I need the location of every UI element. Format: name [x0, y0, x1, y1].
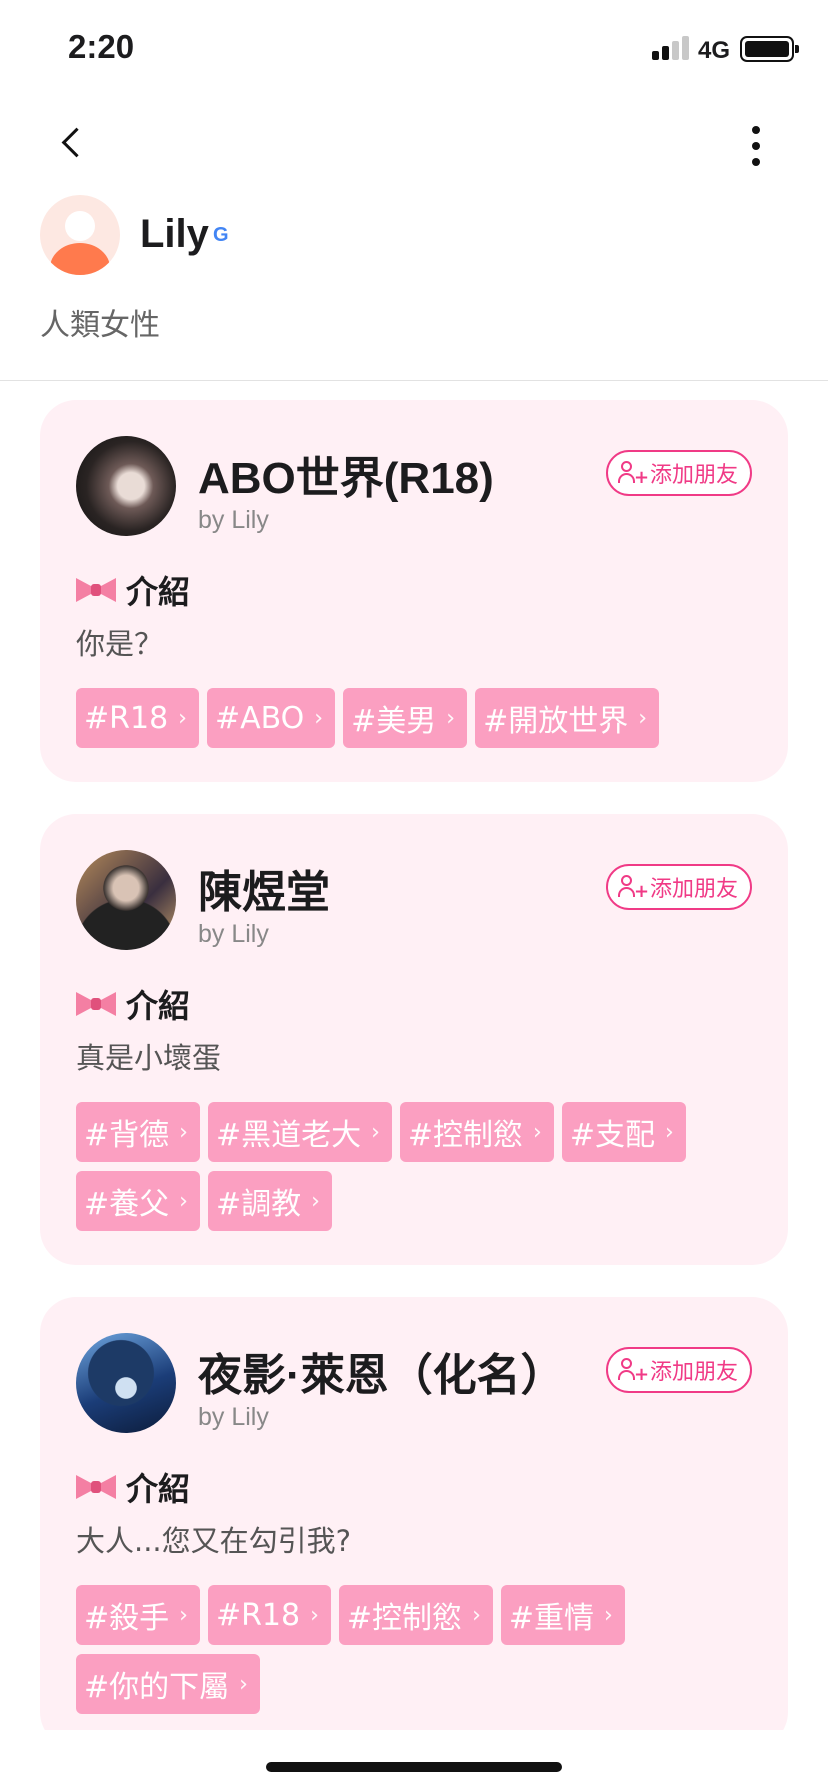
chevron-right-icon: › [310, 1602, 319, 1628]
network-label: 4G [698, 37, 731, 64]
add-friend-icon: + [617, 874, 649, 901]
tag-label: #養父 [84, 1187, 170, 1222]
character-name: 陳煜堂 [198, 868, 330, 917]
tag-chip[interactable]: #黑道老大 › [207, 1102, 392, 1162]
tag-label: #支配 [569, 1118, 655, 1153]
tag-chip[interactable]: #調教 › [207, 1171, 332, 1231]
tag-chip[interactable]: #開放世界 › [475, 688, 660, 748]
add-friend-icon: + [617, 1357, 649, 1384]
chevron-right-icon: › [179, 1119, 188, 1145]
tag-list: #背德 › #黑道老大 › #控制慾 › #支配 › #養父 › #調教 › [76, 1102, 752, 1231]
intro-label: 介紹 [126, 573, 191, 611]
tag-label: #背德 [84, 1118, 170, 1153]
bow-icon [76, 988, 116, 1020]
chevron-right-icon: › [604, 1602, 613, 1628]
add-friend-label: 添加朋友 [649, 877, 738, 902]
tag-chip[interactable]: #背德 › [76, 1102, 200, 1162]
tag-chip[interactable]: #ABO › [206, 688, 336, 748]
intro-text: 真是小壞蛋 [76, 1041, 222, 1075]
tag-chip[interactable]: #殺手 › [76, 1585, 200, 1645]
tag-chip[interactable]: #控制慾 › [338, 1585, 493, 1645]
tag-chip[interactable]: #美男 › [343, 688, 468, 748]
back-arrow-icon[interactable] [52, 122, 96, 166]
tag-label: #你的下屬 [84, 1670, 230, 1705]
chevron-right-icon: › [371, 1119, 380, 1145]
character-card[interactable]: 夜影·萊恩（化名） by Lily + 添加朋友 介紹 大人...您又在勾引我?… [40, 1297, 788, 1730]
tag-label: #重情 [508, 1601, 595, 1636]
chevron-right-icon: › [533, 1119, 542, 1145]
intro-label: 介紹 [126, 987, 191, 1025]
profile-name: Lily [140, 212, 209, 256]
home-indicator[interactable] [266, 1762, 562, 1772]
tag-label: #R18 [84, 700, 169, 736]
tag-chip[interactable]: #R18 › [207, 1585, 331, 1645]
tag-chip[interactable]: #養父 › [76, 1171, 200, 1231]
tag-label: #開放世界 [483, 704, 629, 739]
character-card[interactable]: 陳煜堂 by Lily + 添加朋友 介紹 真是小壞蛋 #背德 › #黑道老大 › … [40, 814, 788, 1265]
chevron-right-icon: › [314, 705, 324, 731]
chevron-right-icon: › [311, 1188, 320, 1214]
character-author: by Lily [198, 920, 269, 948]
divider [0, 380, 828, 381]
chevron-right-icon: › [179, 1188, 188, 1214]
tag-label: #控制慾 [346, 1601, 463, 1636]
intro-heading: 介紹 [76, 984, 752, 1025]
intro-text: 你是？ [76, 627, 164, 661]
chevron-right-icon: › [665, 1119, 674, 1145]
tag-chip[interactable]: #控制慾 › [399, 1102, 554, 1162]
bow-icon [76, 574, 116, 606]
character-list: ABO世界(R18) by Lily + 添加朋友 介紹 你是？ #R18 › #… [40, 400, 788, 1730]
intro-heading: 介紹 [76, 570, 752, 611]
status-bar: 2:20 4G [0, 0, 828, 100]
character-card[interactable]: ABO世界(R18) by Lily + 添加朋友 介紹 你是？ #R18 › #… [40, 400, 788, 782]
tag-chip[interactable]: #重情 › [500, 1585, 625, 1645]
character-avatar [76, 850, 176, 950]
signal-icon [652, 36, 690, 60]
character-author: by Lily [198, 1403, 269, 1431]
character-name: ABO世界(R18) [198, 454, 494, 503]
tag-label: #控制慾 [407, 1118, 524, 1153]
tag-label: #R18 [215, 1597, 301, 1633]
add-friend-label: 添加朋友 [649, 1360, 738, 1385]
profile-avatar[interactable] [40, 195, 120, 275]
profile-description: 人類女性 [40, 308, 160, 343]
character-name: 夜影·萊恩（化名） [198, 1351, 565, 1400]
tag-list: #R18 › #ABO › #美男 › #開放世界 › [76, 688, 752, 748]
chevron-right-icon: › [179, 1602, 188, 1628]
character-avatar [76, 1333, 176, 1433]
tag-chip[interactable]: #R18 › [76, 688, 199, 748]
tag-list: #殺手 › #R18 › #控制慾 › #重情 › #你的下屬 › [76, 1585, 752, 1714]
tag-label: #殺手 [84, 1601, 170, 1636]
character-author: by Lily [198, 506, 269, 534]
intro-label: 介紹 [126, 1470, 191, 1508]
google-icon: G [213, 224, 229, 246]
status-time: 2:20 [68, 28, 135, 65]
tag-chip[interactable]: #你的下屬 › [76, 1654, 260, 1714]
tag-label: #ABO [214, 700, 305, 736]
add-friend-button[interactable]: + 添加朋友 [605, 450, 752, 496]
tag-label: #黑道老大 [215, 1118, 362, 1153]
tag-label: #美男 [351, 704, 437, 739]
more-vertical-icon[interactable] [742, 122, 770, 170]
chevron-right-icon: › [239, 1671, 248, 1697]
intro-text: 大人...您又在勾引我? [76, 1524, 352, 1558]
chevron-right-icon: › [638, 705, 648, 731]
battery-icon [740, 36, 799, 62]
add-friend-button[interactable]: + 添加朋友 [605, 1347, 752, 1393]
character-avatar [76, 436, 176, 536]
add-friend-icon: + [617, 460, 649, 487]
tag-label: #調教 [215, 1187, 302, 1222]
chevron-right-icon: › [446, 705, 456, 731]
bow-icon [76, 1471, 116, 1503]
intro-heading: 介紹 [76, 1467, 752, 1508]
chevron-right-icon: › [472, 1602, 481, 1628]
tag-chip[interactable]: #支配 › [561, 1102, 686, 1162]
chevron-right-icon: › [178, 705, 187, 731]
add-friend-button[interactable]: + 添加朋友 [605, 864, 752, 910]
add-friend-label: 添加朋友 [649, 463, 738, 488]
